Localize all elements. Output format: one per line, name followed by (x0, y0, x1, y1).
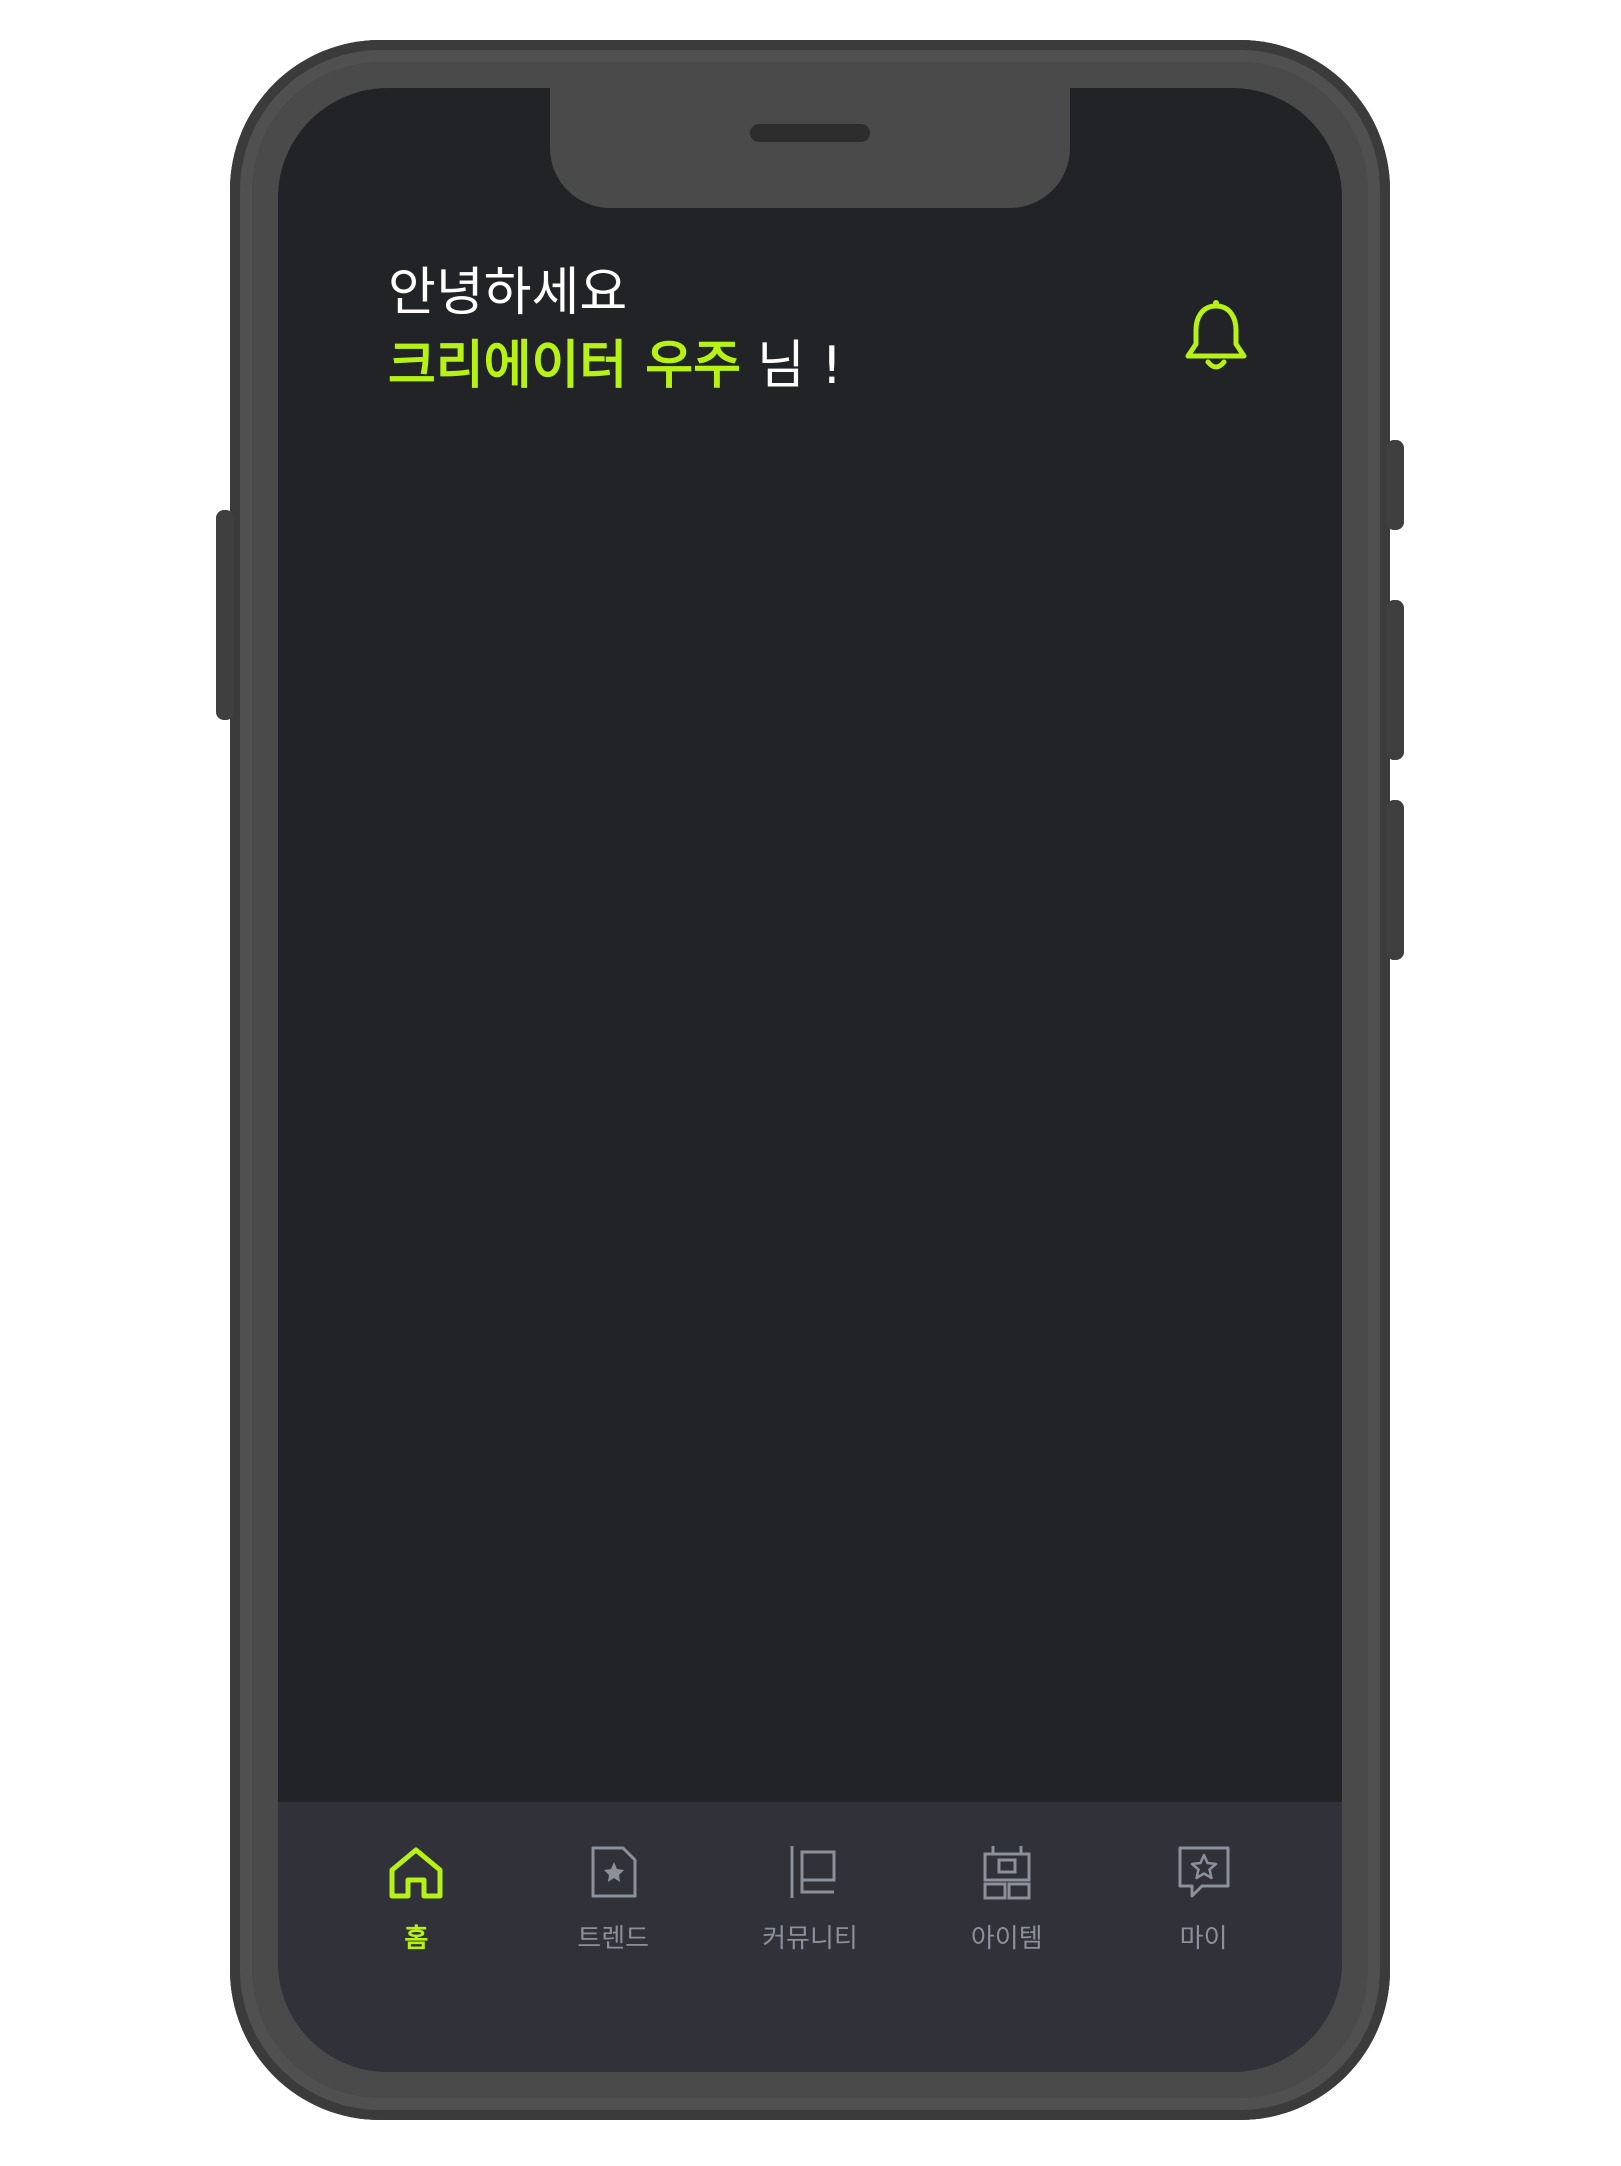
greeting: 안녕하세요 크리에이터 우주 님 ! (388, 258, 1142, 404)
my-icon (1178, 1846, 1230, 1898)
bell-icon[interactable] (1180, 298, 1252, 376)
tab-trend-label: 트렌드 (577, 1924, 650, 1954)
name-suffix: 님 ! (756, 336, 843, 396)
item-icon (983, 1846, 1031, 1900)
phone-frame: 안녕하세요 크리에이터 우주 님 ! 홈 트렌드 커뮤니티 아이템 마이 (216, 40, 1404, 2120)
greeting-hello: 안녕하세요 (388, 263, 628, 323)
home-icon (389, 1847, 443, 1899)
tab-item-label: 아이템 (970, 1924, 1043, 1954)
main-content (278, 448, 1342, 1772)
user-name: 크리에이터 우주 (388, 336, 741, 396)
tab-my-label: 마이 (1179, 1924, 1228, 1954)
app-screen: 안녕하세요 크리에이터 우주 님 ! 홈 트렌드 커뮤니티 아이템 마이 (278, 88, 1342, 2072)
side-button (1386, 440, 1404, 530)
greeting-name-line: 크리에이터 우주 님 ! (388, 328, 1142, 404)
tab-community[interactable]: 커뮤니티 (730, 1840, 890, 1955)
tab-home[interactable]: 홈 (336, 1840, 496, 1955)
tab-trend[interactable]: 트렌드 (533, 1840, 693, 1955)
tab-my[interactable]: 마이 (1124, 1840, 1284, 1955)
tab-home-label: 홈 (404, 1924, 429, 1954)
mockup-stage: 안녕하세요 크리에이터 우주 님 ! 홈 트렌드 커뮤니티 아이템 마이 (0, 0, 1621, 2166)
community-icon (790, 1846, 836, 1898)
bottom-tab-bar: 홈 트렌드 커뮤니티 아이템 마이 (278, 1802, 1342, 2072)
trend-icon (591, 1846, 637, 1898)
side-button (216, 510, 234, 720)
tab-item[interactable]: 아이템 (927, 1840, 1087, 1955)
speaker (750, 124, 870, 142)
notch (550, 88, 1070, 208)
side-button (1386, 600, 1404, 760)
tab-community-label: 커뮤니티 (762, 1924, 858, 1954)
side-button (1386, 800, 1404, 960)
